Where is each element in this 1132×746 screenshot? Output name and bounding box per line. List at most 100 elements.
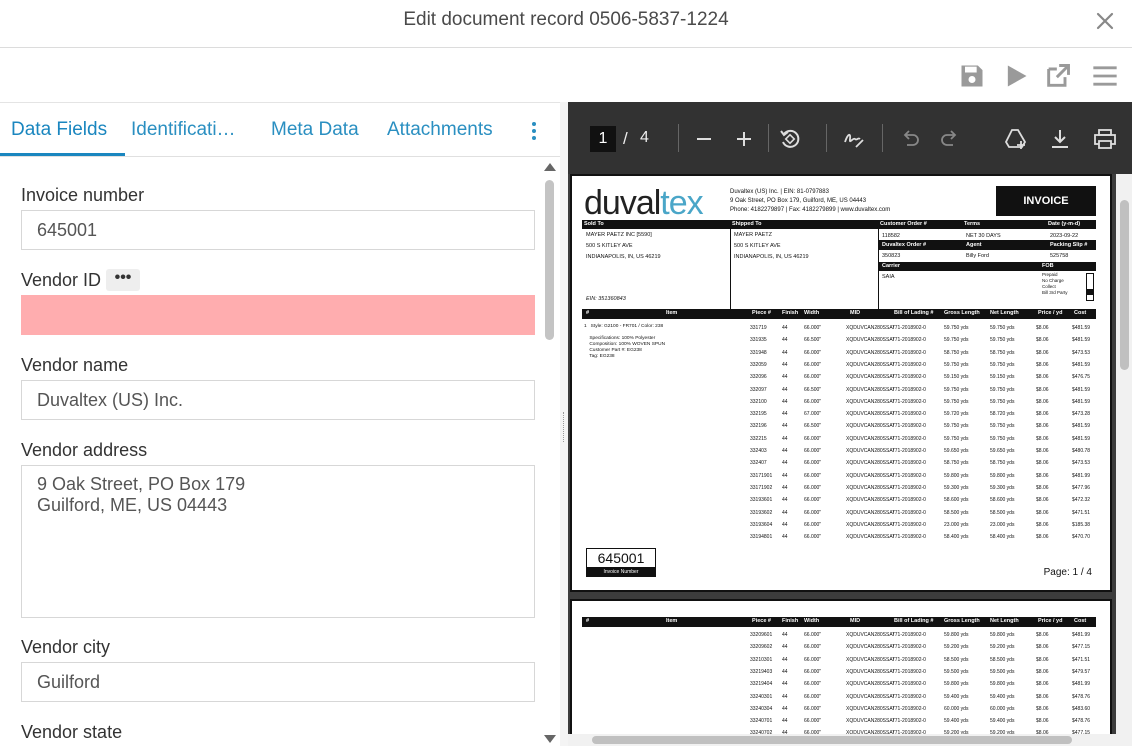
table-cell: XQDUVCAN280SSAI xyxy=(846,374,895,381)
table-cell: 44 xyxy=(782,448,788,454)
tab-identification[interactable]: Identificati… xyxy=(131,119,246,141)
table-cell: 771-2018902-0 xyxy=(892,534,926,541)
table-cell: $8.06 xyxy=(1036,361,1049,368)
table-cell: 60.000 yds xyxy=(990,705,1015,712)
table-cell: 59.750 yds xyxy=(944,386,969,393)
table-cell: XQDUVCAN280SSAI xyxy=(846,349,895,356)
pane-splitter[interactable] xyxy=(560,102,568,746)
table-cell: 44 xyxy=(782,374,788,381)
undo-icon[interactable] xyxy=(898,127,922,151)
tab-meta-data[interactable]: Meta Data xyxy=(271,119,371,141)
table-cell: 332196 xyxy=(750,423,767,430)
table-cell: 66.000" xyxy=(804,374,822,381)
invoice-number-caption: Invoice Number xyxy=(586,568,656,577)
table-cell: 44 xyxy=(782,423,788,430)
table-cell: 59.400 yds xyxy=(944,718,969,725)
scroll-down-arrow[interactable] xyxy=(544,735,556,743)
table-cell: $473.53 xyxy=(1072,460,1091,467)
table-cell: 771-2018902-0 xyxy=(892,423,926,430)
table-cell: 332096 xyxy=(750,374,767,381)
table-row: 331935 44 66.500" XQDUVCAN280SSAI 771-201890… xyxy=(582,334,1096,346)
zoom-in-icon[interactable] xyxy=(732,127,756,151)
table-cell: 771-2018902-0 xyxy=(892,325,926,331)
table-cell: $8.06 xyxy=(1036,693,1049,700)
close-icon[interactable] xyxy=(1094,10,1116,32)
table-cell: 332097 xyxy=(750,386,767,393)
table-cell: 59.200 yds xyxy=(944,644,969,651)
table-cell: 60.000 yds xyxy=(944,705,969,712)
table-cell: 66.000" xyxy=(804,484,822,491)
table-cell: 44 xyxy=(782,632,788,638)
page-number-input[interactable]: 1 xyxy=(590,126,616,152)
invoice-number-input[interactable]: 645001 xyxy=(21,210,535,250)
table-cell: 66.000" xyxy=(804,681,822,688)
print-icon[interactable] xyxy=(1093,127,1117,151)
items-header: # Item Piece # Finish Width MID Bill of … xyxy=(582,309,1096,319)
scroll-up-arrow[interactable] xyxy=(544,163,556,171)
pdf-vertical-scrollbar[interactable] xyxy=(1116,174,1132,746)
table-cell: 59.150 yds xyxy=(990,374,1015,381)
table-cell: 59.750 yds xyxy=(990,325,1015,331)
vendor-state-label: Vendor state xyxy=(21,722,123,742)
vendor-id-input[interactable] xyxy=(21,295,535,335)
table-cell: 59.500 yds xyxy=(944,668,969,675)
play-icon[interactable] xyxy=(1002,62,1030,90)
table-cell: $481.59 xyxy=(1072,325,1091,331)
save-icon[interactable] xyxy=(958,62,986,90)
table-cell: $8.06 xyxy=(1036,656,1049,663)
table-cell: 332403 xyxy=(750,448,767,454)
vendor-info: Duvaltex (US) Inc. | EIN: 81-0797883 9 Oa… xyxy=(730,189,891,213)
pdf-hscroll-thumb[interactable] xyxy=(592,736,1072,744)
table-cell: 44 xyxy=(782,521,788,528)
tab-data-fields[interactable]: Data Fields xyxy=(11,119,121,141)
tab-attachments[interactable]: Attachments xyxy=(387,119,507,141)
signature-icon[interactable] xyxy=(842,127,866,151)
form-scroll-thumb[interactable] xyxy=(545,180,554,340)
table-cell: 59.650 yds xyxy=(944,448,969,454)
table-cell: 332059 xyxy=(750,361,767,368)
table-cell: $477.15 xyxy=(1072,644,1091,651)
redo-icon[interactable] xyxy=(938,127,962,151)
table-cell: 33240304 xyxy=(750,705,773,712)
table-row: 332407 44 66.000" XQDUVCAN280SSAI 771-201890… xyxy=(582,457,1096,469)
table-cell: $481.99 xyxy=(1072,632,1091,638)
table-cell: 59.400 yds xyxy=(990,693,1015,700)
open-external-icon[interactable] xyxy=(1044,62,1072,90)
table-cell: $8.06 xyxy=(1036,374,1049,381)
table-cell: 66.000" xyxy=(804,325,822,331)
table-cell: 66.000" xyxy=(804,361,822,368)
drive-add-icon[interactable] xyxy=(1004,127,1028,151)
table-cell: 58.500 yds xyxy=(990,509,1015,516)
table-row: 33240701 44 66.000" XQDUVCAN280SSAI 771-2018… xyxy=(582,715,1096,727)
form-scrollbar[interactable] xyxy=(540,158,560,746)
table-cell: XQDUVCAN280SSAI xyxy=(846,460,895,467)
vendor-address-textarea[interactable]: 9 Oak Street, PO Box 179 Guilford, ME, U… xyxy=(21,465,535,618)
table-cell: 59.800 yds xyxy=(944,632,969,638)
table-cell: $481.59 xyxy=(1072,337,1091,344)
pdf-horizontal-scrollbar[interactable] xyxy=(568,734,1116,746)
splitter-grip[interactable] xyxy=(563,412,565,442)
vendor-city-input[interactable]: Guilford xyxy=(21,662,535,702)
window-title: Edit document record 0506-5837-1224 xyxy=(403,9,729,30)
table-cell: 33193601 xyxy=(750,497,773,504)
table-row: 33210301 44 66.000" XQDUVCAN280SSAI 771-2018… xyxy=(582,654,1096,666)
packing-slip-value: 525758 xyxy=(1050,253,1069,259)
vendor-name-input[interactable]: Duvaltex (US) Inc. xyxy=(21,380,535,420)
kebab-icon[interactable] xyxy=(524,119,544,143)
table-cell: 44 xyxy=(782,361,788,368)
download-icon[interactable] xyxy=(1048,127,1072,151)
pdf-scroll-thumb[interactable] xyxy=(1120,200,1129,370)
form-pane: Data Fields Identificati… Meta Data Atta… xyxy=(0,102,560,746)
table-cell: 59.300 yds xyxy=(990,484,1015,491)
table-cell: XQDUVCAN280SSAI xyxy=(846,534,895,541)
zoom-out-icon[interactable] xyxy=(692,127,716,151)
rotate-icon[interactable] xyxy=(778,127,802,151)
table-cell: 59.400 yds xyxy=(944,693,969,700)
vendor-id-more-button[interactable]: ••• xyxy=(106,269,140,291)
table-row: 33209601 44 66.000" XQDUVCAN280SSAI 771-2018… xyxy=(582,629,1096,641)
table-row: 33171902 44 66.000" XQDUVCAN280SSAI 771-2018… xyxy=(582,482,1096,494)
menu-icon[interactable] xyxy=(1091,62,1119,90)
table-cell: $471.51 xyxy=(1072,509,1091,516)
table-cell: 44 xyxy=(782,484,788,491)
table-cell: 59.400 yds xyxy=(990,718,1015,725)
